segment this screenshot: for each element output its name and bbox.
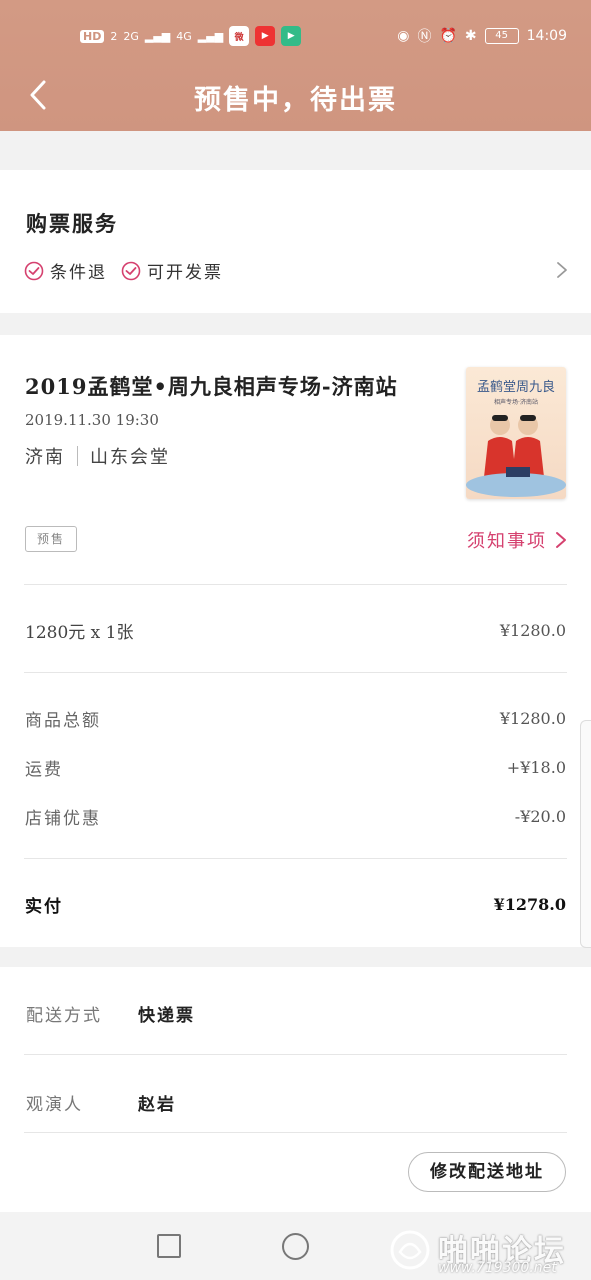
video-app-icon: ▶ — [255, 26, 276, 46]
quantity-amount: ¥1280.0 — [499, 621, 566, 640]
show-poster[interactable]: 孟鹤堂周九良 相声专场·济南站 — [466, 367, 566, 499]
header: HD 2 2G ▂▄▆ 4G ▂▄▆ 微 ▶ ▶ ◉ Ⓝ ⏰ ✱ 45 14:0… — [0, 0, 591, 131]
status-left: HD 2 2G ▂▄▆ 4G ▂▄▆ 微 ▶ ▶ — [80, 26, 302, 46]
service-title: 购票服务 — [26, 211, 118, 236]
price-label: 商品总额 — [25, 711, 101, 731]
price-value: +¥18.0 — [506, 758, 566, 777]
poster-subtitle: 相声专场·济南站 — [494, 398, 538, 406]
viewer-value: 赵岩 — [138, 1095, 176, 1115]
price-row: 商品总额 ¥1280.0 — [25, 706, 566, 731]
divider — [24, 1054, 567, 1055]
service-tags: 条件退 可开发票 — [24, 258, 223, 283]
order-card: 2019孟鹤堂•周九良相声专场-济南站 2019.11.30 19:30 济南 … — [0, 335, 591, 947]
show-datetime: 2019.11.30 19:30 — [25, 411, 159, 429]
system-nav-bar: 啪啪论坛 www.719300.net — [0, 1212, 591, 1280]
check-circle-icon — [121, 261, 141, 280]
price-value: ¥1280.0 — [499, 709, 566, 728]
network-2g: 2G — [123, 29, 139, 43]
status-right: ◉ Ⓝ ⏰ ✱ 45 14:09 — [397, 26, 567, 46]
signal-icon: ▂▄▆ — [197, 29, 224, 43]
delivery-method-row: 配送方式 快递票 — [26, 1001, 195, 1026]
scroll-indicator[interactable] — [580, 720, 591, 948]
paid-value: ¥1278.0 — [493, 895, 566, 914]
show-name: 2019孟鹤堂•周九良相声专场-济南站 — [25, 374, 398, 399]
nfc-icon: Ⓝ — [417, 29, 432, 45]
recent-apps-button[interactable] — [157, 1234, 181, 1258]
weibo-app-icon: 微 — [229, 26, 250, 46]
show-city: 济南 — [25, 447, 65, 468]
poster-title: 孟鹤堂周九良 — [477, 379, 555, 395]
modify-address-button[interactable]: 修改配送地址 — [408, 1152, 566, 1192]
paid-label: 实付 — [25, 897, 63, 917]
presale-badge: 预售 — [25, 526, 77, 552]
service-tag-label: 条件退 — [50, 263, 107, 283]
service-tag: 条件退 — [24, 258, 107, 283]
price-label: 运费 — [25, 760, 63, 780]
price-label: 店铺优惠 — [25, 809, 101, 829]
network-4g: 4G — [176, 29, 192, 43]
clock: 14:09 — [526, 28, 567, 44]
paid-row: 实付 ¥1278.0 — [25, 892, 566, 917]
home-button[interactable] — [282, 1233, 309, 1260]
divider — [24, 672, 567, 673]
delivery-method-label: 配送方式 — [26, 1006, 102, 1026]
notice-link[interactable]: 须知事项 — [467, 527, 567, 553]
poster-image: 孟鹤堂周九良 相声专场·济南站 — [466, 367, 566, 499]
chevron-right-icon — [556, 532, 566, 548]
divider — [24, 858, 567, 859]
viewer-row: 观演人 赵岩 — [26, 1090, 176, 1115]
price-row: 运费 +¥18.0 — [25, 755, 566, 780]
bluetooth-icon: ✱ — [464, 28, 477, 44]
price-row: 店铺优惠 -¥20.0 — [25, 804, 566, 829]
sim-badge: 2 — [110, 29, 118, 43]
purchase-service-card[interactable]: 购票服务 条件退 可开发票 — [0, 170, 591, 313]
status-bar: HD 2 2G ▂▄▆ 4G ▂▄▆ 微 ▶ ▶ ◉ Ⓝ ⏰ ✱ 45 14:0… — [0, 22, 591, 52]
show-venue: 山东会堂 — [90, 447, 170, 468]
delivery-method-value: 快递票 — [138, 1006, 195, 1026]
chevron-right-icon[interactable] — [555, 260, 569, 280]
quantity-row: 1280元 x 1张 ¥1280.0 — [25, 618, 566, 643]
watermark-url: www.719300.net — [438, 1260, 557, 1276]
quantity-line: 1280元 x 1张 — [25, 623, 134, 643]
hd-badge: HD — [80, 29, 105, 43]
service-tag: 可开发票 — [121, 258, 223, 283]
check-circle-icon — [24, 261, 44, 280]
notice-label: 须知事项 — [467, 531, 547, 552]
play-app-icon: ▶ — [281, 26, 302, 46]
watermark: 啪啪论坛 www.719300.net — [388, 1226, 588, 1276]
divider — [24, 584, 567, 585]
signal-icon: ▂▄▆ — [144, 29, 171, 43]
price-value: -¥20.0 — [514, 807, 566, 826]
battery-icon: 45 — [484, 28, 519, 44]
separator — [77, 446, 78, 466]
alarm-icon: ⏰ — [439, 28, 457, 44]
show-location: 济南 山东会堂 — [25, 443, 170, 469]
divider — [24, 1132, 567, 1133]
page-title: 预售中，待出票 — [194, 85, 397, 116]
service-tag-label: 可开发票 — [147, 263, 223, 283]
eye-icon: ◉ — [397, 28, 410, 44]
watermark-logo-icon — [390, 1230, 430, 1270]
viewer-label: 观演人 — [26, 1095, 83, 1115]
delivery-card: 配送方式 快递票 观演人 赵岩 修改配送地址 — [0, 967, 591, 1212]
